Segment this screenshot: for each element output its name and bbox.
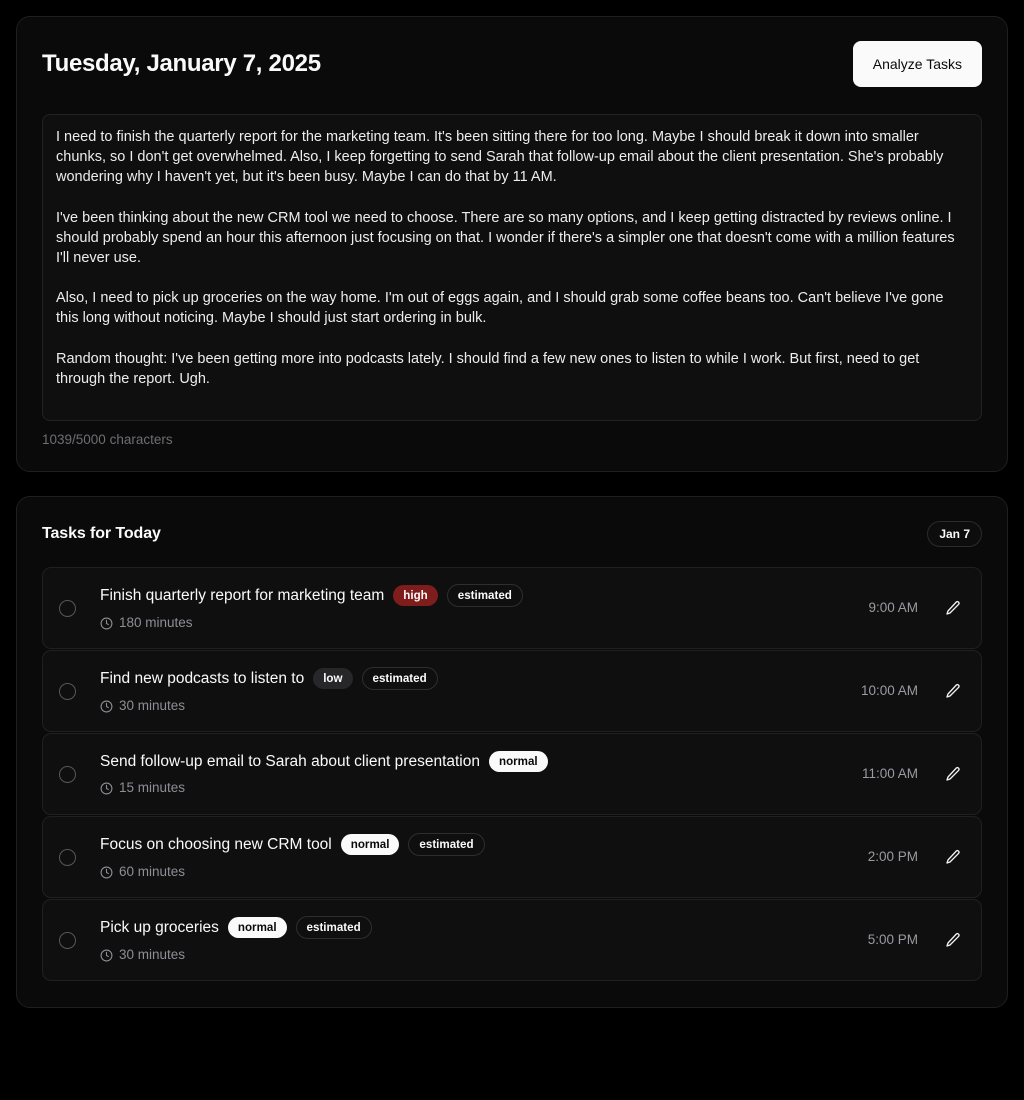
edit-task-button[interactable] <box>942 680 964 702</box>
task-duration-text: 30 minutes <box>119 698 186 713</box>
task-primary-line: Send follow-up email to Sarah about clie… <box>100 751 846 772</box>
priority-badge: low <box>313 668 353 689</box>
clock-icon <box>100 866 113 879</box>
pencil-icon <box>945 766 961 782</box>
task-scheduled-time: 2:00 PM <box>867 849 918 864</box>
table-row[interactable]: Finish quarterly report for marketing te… <box>42 567 982 649</box>
edit-task-button[interactable] <box>942 929 964 951</box>
task-title: Finish quarterly report for marketing te… <box>100 587 385 604</box>
task-right: 9:00 AM <box>868 597 964 619</box>
task-title: Focus on choosing new CRM tool <box>100 836 332 853</box>
app-root: Tuesday, January 7, 2025 Analyze Tasks I… <box>0 0 1024 1100</box>
task-body: Finish quarterly report for marketing te… <box>100 584 852 632</box>
page-title: Tuesday, January 7, 2025 <box>42 50 321 77</box>
task-list: Finish quarterly report for marketing te… <box>42 567 982 981</box>
task-duration: 60 minutes <box>100 863 852 881</box>
task-title: Send follow-up email to Sarah about clie… <box>100 753 480 770</box>
task-complete-checkbox[interactable] <box>59 931 76 949</box>
task-complete-checkbox[interactable] <box>59 765 76 783</box>
task-body: Find new podcasts to listen to low estim… <box>100 667 845 715</box>
priority-badge: normal <box>340 834 400 855</box>
estimated-badge: estimated <box>361 667 438 690</box>
journal-card: Tuesday, January 7, 2025 Analyze Tasks I… <box>16 16 1008 472</box>
task-scheduled-time: 11:00 AM <box>861 766 918 781</box>
edit-task-button[interactable] <box>942 597 964 619</box>
clock-icon <box>100 700 113 713</box>
task-duration: 30 minutes <box>100 697 845 715</box>
pencil-icon <box>945 849 961 865</box>
task-scheduled-time: 5:00 PM <box>867 932 918 947</box>
task-title: Find new podcasts to listen to <box>100 670 305 687</box>
estimated-badge: estimated <box>446 584 523 607</box>
journal-paragraph: I've been thinking about the new CRM too… <box>56 209 955 267</box>
tasks-title: Tasks for Today <box>42 525 161 542</box>
priority-badge: normal <box>489 751 548 772</box>
task-body: Pick up groceries normal estimated 30 mi… <box>100 916 852 964</box>
journal-paragraph: I need to finish the quarterly report fo… <box>56 129 944 186</box>
task-title: Pick up groceries <box>100 919 219 936</box>
task-primary-line: Find new podcasts to listen to low estim… <box>100 667 845 690</box>
task-complete-checkbox[interactable] <box>59 682 76 700</box>
task-body: Send follow-up email to Sarah about clie… <box>100 751 846 797</box>
pencil-icon <box>945 600 961 616</box>
task-scheduled-time: 10:00 AM <box>860 683 918 698</box>
task-duration-text: 180 minutes <box>119 615 193 630</box>
date-badge: Jan 7 <box>927 521 982 547</box>
task-primary-line: Focus on choosing new CRM tool normal es… <box>100 833 852 856</box>
task-primary-line: Finish quarterly report for marketing te… <box>100 584 852 607</box>
clock-icon <box>100 949 113 962</box>
task-duration: 15 minutes <box>100 779 846 797</box>
task-body: Focus on choosing new CRM tool normal es… <box>100 833 852 881</box>
tasks-header: Tasks for Today Jan 7 <box>42 521 982 547</box>
table-row[interactable]: Find new podcasts to listen to low estim… <box>42 650 982 732</box>
task-right: 5:00 PM <box>868 929 964 951</box>
journal-textarea[interactable]: I need to finish the quarterly report fo… <box>42 114 982 421</box>
edit-task-button[interactable] <box>942 846 964 868</box>
task-complete-checkbox[interactable] <box>59 848 76 866</box>
clock-icon <box>100 782 113 795</box>
journal-paragraph: Random thought: I've been getting more i… <box>56 350 920 387</box>
pencil-icon <box>945 683 961 699</box>
task-right: 10:00 AM <box>861 680 964 702</box>
analyze-tasks-button[interactable]: Analyze Tasks <box>852 41 982 87</box>
task-duration-text: 30 minutes <box>119 947 186 962</box>
edit-task-button[interactable] <box>942 763 964 785</box>
journal-header: Tuesday, January 7, 2025 Analyze Tasks <box>42 41 982 87</box>
estimated-badge: estimated <box>295 916 372 939</box>
task-right: 2:00 PM <box>868 846 964 868</box>
task-complete-checkbox[interactable] <box>59 599 76 617</box>
task-duration-text: 15 minutes <box>119 780 186 795</box>
character-counter: 1039/5000 characters <box>42 432 173 447</box>
journal-text-content: I need to finish the quarterly report fo… <box>56 127 968 389</box>
task-right: 11:00 AM <box>862 763 964 785</box>
tasks-card: Tasks for Today Jan 7 Finish quarterly r… <box>16 496 1008 1008</box>
clock-icon <box>100 617 113 630</box>
priority-badge: high <box>393 585 438 606</box>
task-duration: 30 minutes <box>100 946 852 964</box>
task-scheduled-time: 9:00 AM <box>868 600 918 615</box>
task-duration-text: 60 minutes <box>119 864 186 879</box>
estimated-badge: estimated <box>408 833 485 856</box>
table-row[interactable]: Focus on choosing new CRM tool normal es… <box>42 816 982 898</box>
task-primary-line: Pick up groceries normal estimated <box>100 916 852 939</box>
pencil-icon <box>945 932 961 948</box>
task-duration: 180 minutes <box>100 614 852 632</box>
table-row[interactable]: Pick up groceries normal estimated 30 mi… <box>42 899 982 981</box>
table-row[interactable]: Send follow-up email to Sarah about clie… <box>42 733 982 815</box>
priority-badge: normal <box>227 917 287 938</box>
journal-paragraph: Also, I need to pick up groceries on the… <box>56 290 944 327</box>
